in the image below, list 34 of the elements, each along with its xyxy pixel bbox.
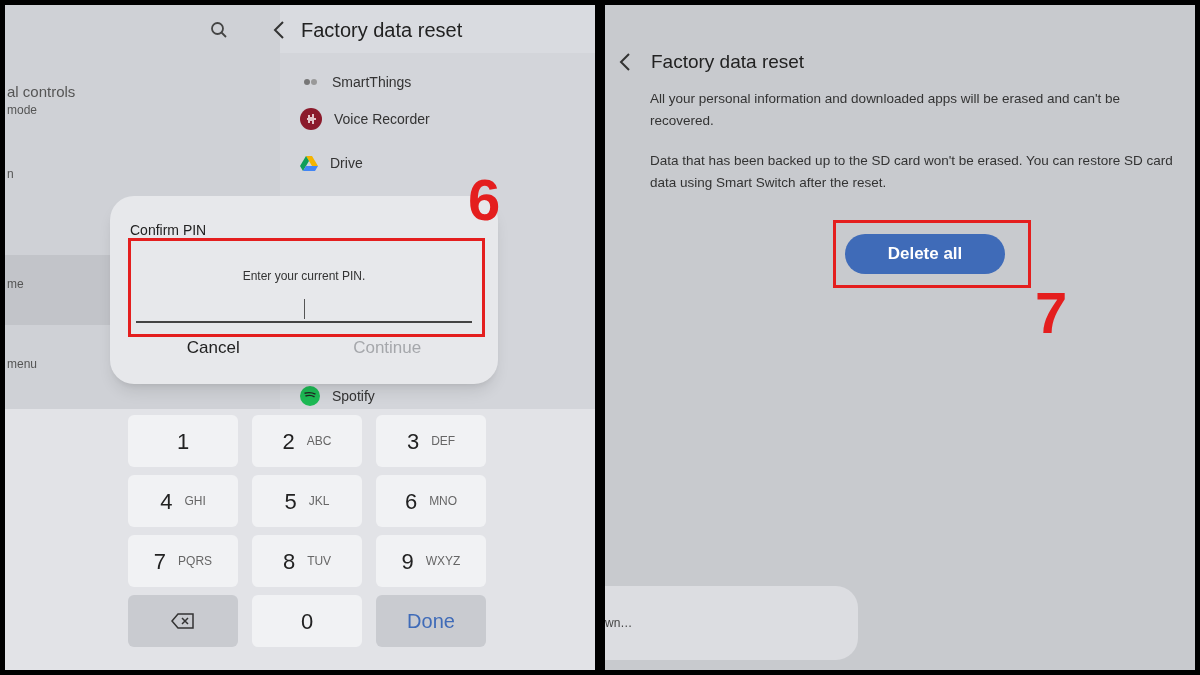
pin-field[interactable]: Enter your current PIN. bbox=[136, 251, 472, 323]
back-icon[interactable] bbox=[619, 52, 631, 72]
sidebar-item[interactable]: al controls bbox=[5, 81, 280, 101]
backspace-icon bbox=[171, 613, 195, 629]
keypad-key[interactable]: 2 ABC bbox=[252, 415, 362, 467]
step-number: 6 bbox=[468, 170, 501, 230]
dialog-title: Confirm PIN bbox=[130, 221, 208, 240]
delete-all-button[interactable]: Delete all bbox=[845, 234, 1005, 274]
app-row[interactable]: Spotify bbox=[300, 385, 595, 407]
keypad-key[interactable]: 1 bbox=[128, 415, 238, 467]
keypad-key[interactable]: 7 PQRS bbox=[128, 535, 238, 587]
search-icon[interactable] bbox=[210, 21, 228, 39]
sidebar-item[interactable]: mode bbox=[5, 101, 280, 155]
page-title: Factory data reset bbox=[301, 18, 463, 43]
microphone-wave-icon bbox=[300, 108, 322, 130]
app-row[interactable]: SmartThings bbox=[300, 67, 595, 97]
triangle-icon bbox=[300, 155, 318, 171]
card-text: wn… bbox=[605, 615, 633, 632]
page-title: Factory data reset bbox=[651, 49, 805, 74]
dialog-prompt: Enter your current PIN. bbox=[242, 268, 366, 285]
backspace-key[interactable] bbox=[128, 595, 238, 647]
keypad-key[interactable]: 3 DEF bbox=[376, 415, 486, 467]
keypad-key[interactable]: 6 MNO bbox=[376, 475, 486, 527]
app-row[interactable]: Voice Recorder bbox=[300, 97, 595, 141]
keypad-key[interactable]: 5 JKL bbox=[252, 475, 362, 527]
dialog-button[interactable]: Cancel bbox=[180, 335, 246, 361]
back-icon[interactable] bbox=[273, 20, 285, 40]
description-text: All your personal information and downloaded apps will be erased and can't be recovered. bbox=[650, 90, 1122, 130]
description-text: Data that has been backed up to the SD card won't be erased. You can restore SD card data using Smart Switch after the reset. bbox=[650, 152, 1174, 192]
step-number: 7 bbox=[1035, 283, 1068, 343]
keypad-key[interactable]: 9 WXYZ bbox=[376, 535, 486, 587]
keypad-key[interactable]: 4 GHI bbox=[128, 475, 238, 527]
keypad-key[interactable]: 8 TUV bbox=[252, 535, 362, 587]
keypad-key[interactable]: 0 bbox=[252, 595, 362, 647]
